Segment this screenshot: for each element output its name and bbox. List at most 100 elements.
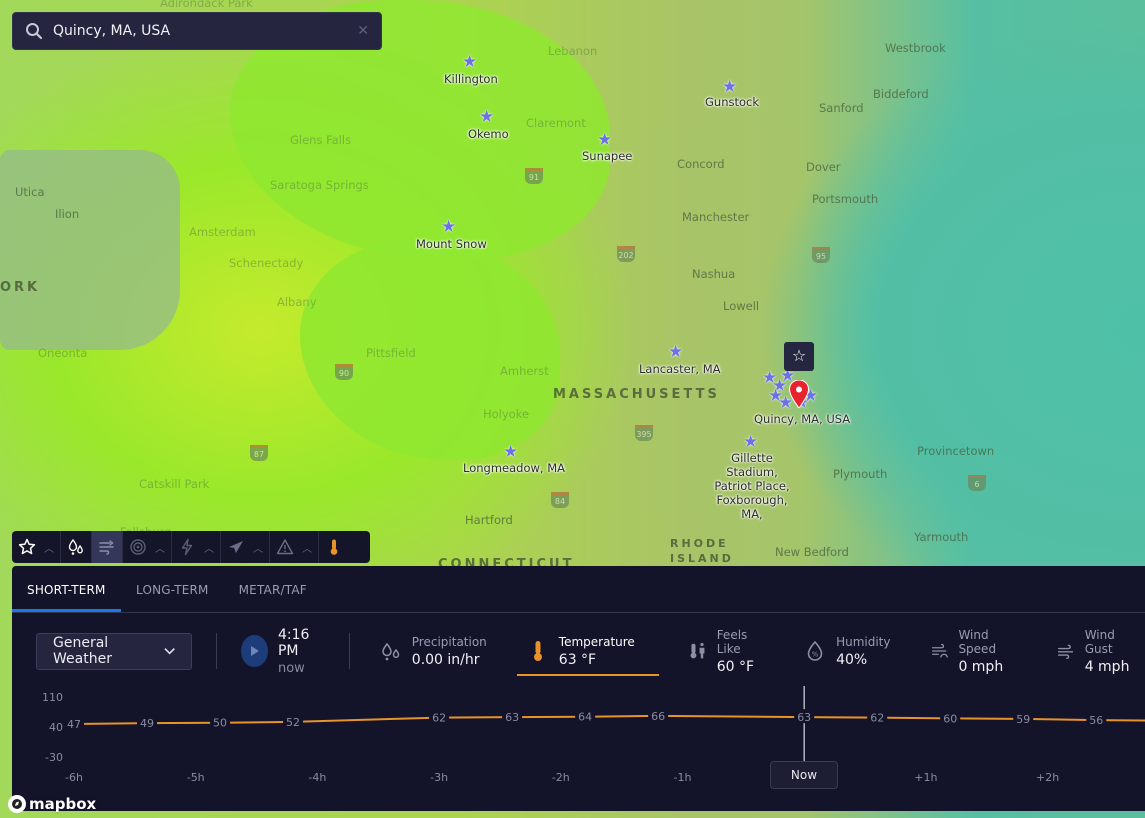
map-city-label: Sanford	[819, 101, 864, 115]
temperature-chart[interactable]: 110 40 -30 -6h -5h -4h -3h -2h -1h +1h +2h 47 49 50 52…	[12, 686, 1145, 796]
metric-temperature[interactable]: Temperature 63 °F	[516, 628, 659, 676]
map-city-label: Holyoke	[483, 407, 530, 421]
x-tick-label: +1h	[914, 771, 937, 784]
favorite-star-icon[interactable]: ★	[597, 132, 612, 149]
data-label: 56	[1089, 714, 1103, 727]
chevron-up-icon[interactable]: ︿	[204, 540, 214, 555]
close-icon[interactable]: ✕	[357, 23, 369, 39]
toolbar-wind[interactable]	[92, 531, 123, 563]
temperature-line	[73, 714, 1145, 725]
map-city-label: Catskill Park	[139, 477, 210, 491]
toolbar-precipitation[interactable]	[61, 531, 92, 563]
map-city-label: Hartford	[465, 513, 513, 527]
data-label: 62	[870, 712, 884, 725]
favorite-star-icon[interactable]: ★	[668, 344, 683, 361]
play-icon	[250, 646, 259, 656]
add-favorite-button[interactable]: ☆	[784, 342, 814, 371]
warning-icon	[276, 539, 294, 555]
tab-short-term[interactable]: SHORT-TERM	[12, 566, 121, 612]
map-city-label: Concord	[677, 157, 725, 171]
temperature-chart-svg: 110 40 -30-6h -5h -4h -3h -2h -1h +1h +2h 47 49 50 52…	[42, 686, 1145, 784]
play-button[interactable]	[241, 635, 268, 667]
chevron-up-icon[interactable]: ︿	[44, 540, 54, 555]
time-relative: now	[277, 660, 305, 676]
precipitation-icon	[68, 538, 83, 555]
thermometer-icon	[533, 641, 542, 661]
data-label: 60	[943, 712, 957, 725]
metric-label: Humidity	[836, 634, 891, 649]
data-label: 62	[432, 712, 446, 725]
map-city-label: Utica	[15, 185, 45, 199]
humidity-icon: %	[807, 640, 823, 661]
metric-wind-gust[interactable]: Wind Gust 4 mph	[1047, 627, 1145, 675]
data-label: 63	[797, 711, 811, 724]
favorite-label: Okemo	[468, 127, 509, 141]
star-icon	[18, 538, 36, 555]
map-city-label: Westbrook	[885, 41, 946, 55]
map-city-label: Albany	[277, 295, 317, 309]
highway-shield-icon: 87	[250, 445, 268, 461]
data-label: 63	[505, 711, 519, 724]
metric-label: Precipitation	[411, 634, 487, 649]
map-city-label: Saratoga Springs	[270, 178, 369, 192]
metric-label: Temperature	[558, 634, 635, 649]
precipitation-icon	[382, 642, 400, 661]
chevron-up-icon[interactable]: ︿	[155, 540, 165, 555]
data-label: 66	[651, 710, 665, 723]
toolbar-favorites[interactable]: ︿	[12, 531, 61, 563]
toolbar-lightning[interactable]: ︿	[172, 531, 221, 563]
map-city-label: Lebanon	[548, 44, 598, 58]
favorite-star-icon[interactable]: ★	[722, 79, 737, 96]
chevron-up-icon[interactable]: ︿	[253, 540, 263, 555]
map-city-label: Amsterdam	[189, 225, 256, 239]
layer-toolbar: ︿ ︿ ︿ ︿ ︿	[12, 531, 370, 563]
favorite-star-icon[interactable]: ★	[479, 109, 494, 126]
metric-precipitation[interactable]: Precipitation 0.00 in/hr	[370, 628, 497, 674]
data-label: 50	[213, 717, 227, 730]
highway-shield-icon: 90	[335, 364, 353, 380]
weather-type-select[interactable]: General Weather	[36, 632, 193, 670]
chevron-up-icon[interactable]: ︿	[302, 540, 312, 555]
highway-shield-icon: 91	[525, 168, 543, 184]
favorite-label: Lancaster, MA	[639, 362, 721, 376]
selected-location-label: Quincy, MA, USA	[754, 412, 851, 426]
map-city-label: Oneonta	[38, 346, 88, 360]
y-tick-label: 110	[42, 691, 63, 704]
toolbar-temperature[interactable]	[319, 531, 349, 563]
location-pin-icon[interactable]	[789, 380, 809, 408]
data-label: 49	[140, 717, 154, 730]
airplane-icon	[229, 541, 243, 553]
wind-gust-icon	[1057, 644, 1073, 659]
metric-label: Feels Like	[716, 627, 748, 656]
wind-speed-icon	[931, 643, 948, 658]
map-city-label: Dover	[806, 160, 841, 174]
metric-value: 60 °F	[716, 658, 755, 675]
thermometer-icon	[330, 539, 338, 555]
x-tick-label: +2h	[1036, 771, 1059, 784]
search-input[interactable]	[53, 23, 358, 39]
toolbar-radar[interactable]: ︿	[123, 531, 172, 563]
favorite-star-icon[interactable]: ★	[462, 54, 477, 71]
mapbox-logo-icon	[8, 795, 26, 813]
metric-feels-like[interactable]: Feels Like 60 °F	[679, 627, 774, 675]
tab-metar-taf[interactable]: METAR/TAF	[224, 566, 322, 612]
metric-label: Wind Gust	[1084, 627, 1115, 656]
data-label: 47	[67, 718, 81, 731]
radar-icon	[130, 539, 146, 555]
toolbar-aviation[interactable]: ︿	[221, 531, 270, 563]
mapbox-attribution[interactable]: mapbox	[8, 795, 96, 813]
map-city-label: Plymouth	[833, 467, 888, 481]
toolbar-alerts[interactable]: ︿	[270, 531, 319, 563]
now-marker-label[interactable]: Now	[770, 761, 838, 789]
highway-shield-icon: 6	[968, 475, 986, 491]
favorite-label: Longmeadow, MA	[463, 461, 565, 475]
favorite-star-icon[interactable]: ★	[743, 434, 758, 451]
x-tick-label: -3h	[430, 771, 448, 784]
tab-long-term[interactable]: LONG-TERM	[121, 566, 224, 612]
favorite-star-icon[interactable]: ★	[441, 219, 456, 236]
metric-humidity[interactable]: % Humidity 40%	[794, 628, 900, 674]
svg-text:%: %	[812, 651, 819, 659]
divider	[216, 633, 218, 669]
metric-wind-speed[interactable]: Wind Speed 0 mph	[921, 628, 1027, 675]
favorite-star-icon[interactable]: ★	[503, 444, 518, 461]
